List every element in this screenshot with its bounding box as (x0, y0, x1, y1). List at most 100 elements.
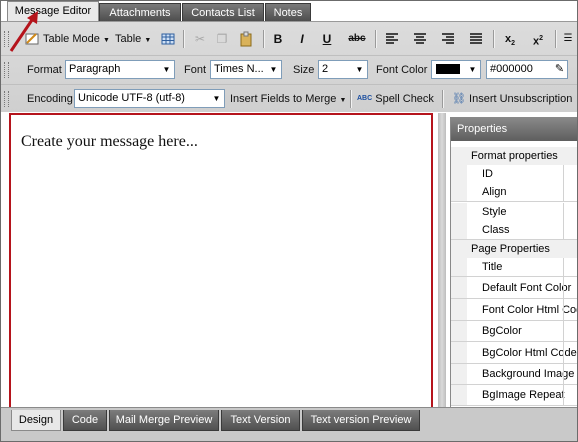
toolbar-separator (263, 30, 265, 48)
link-icon: ⛓ (452, 93, 466, 105)
format-properties-category[interactable]: Format properties (451, 147, 577, 166)
bold-button[interactable]: B (269, 31, 287, 47)
property-value[interactable] (563, 165, 577, 183)
property-class[interactable]: Class (451, 221, 577, 240)
toolbar-separator (183, 30, 185, 48)
size-label: Size (293, 64, 315, 76)
superscript-button[interactable]: x2 (529, 31, 547, 48)
chevron-down-icon: ▼ (355, 65, 364, 74)
chevron-down-icon: ▼ (468, 65, 477, 74)
chevron-down-icon: ▼ (212, 94, 221, 103)
underline-button[interactable]: U (318, 31, 336, 47)
toolbar-grip (4, 91, 9, 107)
property-value[interactable] (563, 385, 577, 405)
table-label: Table (115, 33, 142, 45)
property-style[interactable]: Style (451, 203, 577, 222)
tab-design[interactable]: Design (11, 410, 61, 431)
tab-code[interactable]: Code (63, 410, 107, 431)
tab-text-version-preview[interactable]: Text version Preview (302, 410, 420, 431)
toolbar-separator (375, 30, 377, 48)
font-color-select[interactable]: ▼ (431, 60, 481, 79)
strikethrough-button[interactable]: abc (345, 31, 369, 47)
properties-panel: Properties Format properties ID Align St… (450, 117, 577, 407)
table-button[interactable]: Table ▼ (115, 29, 151, 49)
property-bgcolor[interactable]: BgColor (451, 321, 577, 342)
property-label: BgColor (482, 325, 522, 337)
toolbar-row-2: Format Paragraph ▼ Font Times N... ▼ Size … (1, 55, 577, 84)
property-bgcolor-html-code[interactable]: BgColor Html Code (451, 342, 577, 364)
spell-check-icon: ABC (357, 95, 373, 102)
subscript-mark: 2 (511, 40, 516, 48)
list-icon[interactable]: ☰ (561, 31, 575, 47)
property-font-color-html-code[interactable]: Font Color Html Code (451, 299, 577, 321)
encoding-value: Unicode UTF-8 (utf-8) (78, 92, 185, 104)
property-value[interactable] (563, 183, 577, 201)
property-value[interactable] (563, 203, 577, 221)
italic-button[interactable]: I (293, 31, 311, 47)
property-label: BgImage Repeat (482, 389, 565, 401)
property-align[interactable]: Align (451, 183, 577, 202)
cut-icon[interactable]: ✂ (191, 31, 209, 47)
pointer-arrow-icon (9, 11, 38, 52)
toolbar-separator (350, 90, 352, 108)
toolbar-row-3: Encoding Unicode UTF-8 (utf-8) ▼ Insert F… (1, 84, 577, 113)
property-value[interactable] (563, 342, 577, 363)
tab-contacts-list[interactable]: Contacts List (182, 3, 264, 21)
paste-icon[interactable] (237, 31, 255, 47)
property-title[interactable]: Title (451, 258, 577, 277)
encoding-select[interactable]: Unicode UTF-8 (utf-8) ▼ (74, 89, 225, 108)
editor-window: Message Editor Attachments Contacts List… (0, 0, 578, 442)
tab-text-version[interactable]: Text Version (221, 410, 300, 431)
align-left-icon[interactable] (383, 31, 401, 47)
spell-check-button[interactable]: ABC Spell Check (357, 89, 434, 109)
property-value[interactable] (563, 321, 577, 341)
property-default-font-color[interactable]: Default Font Color (451, 277, 577, 299)
property-background-image[interactable]: Background Image (451, 364, 577, 385)
tab-mail-merge-preview[interactable]: Mail Merge Preview (109, 410, 219, 431)
toolbar-separator (442, 90, 444, 108)
subscript-button[interactable]: x2 (501, 31, 519, 47)
splitter[interactable] (438, 113, 446, 407)
property-value[interactable] (563, 277, 577, 298)
format-label: Format (27, 64, 62, 76)
font-select[interactable]: Times N... ▼ (210, 60, 282, 79)
insert-unsubscription-button[interactable]: ⛓ Insert Unsubscription (452, 89, 572, 109)
property-label: Style (482, 206, 507, 218)
bottom-tab-bar: Design Code Mail Merge Preview Text Vers… (1, 407, 577, 441)
insert-unsubscription-label: Insert Unsubscription (469, 93, 573, 105)
toolbar-separator (555, 30, 557, 48)
property-label: Align (482, 186, 507, 198)
table-grid-icon[interactable] (159, 31, 177, 47)
size-select[interactable]: 2 ▼ (318, 60, 368, 79)
color-swatch (436, 64, 460, 74)
message-editor-area[interactable]: Create your message here... (9, 113, 433, 409)
property-value[interactable] (563, 258, 577, 276)
color-hex-value: #000000 (490, 63, 533, 75)
chevron-down-icon: ▼ (339, 97, 347, 104)
font-value: Times N... (214, 63, 264, 75)
property-value[interactable] (563, 299, 577, 320)
font-color-label: Font Color (376, 64, 428, 76)
eyedropper-icon[interactable]: ✎ (552, 61, 567, 78)
property-label: Title (482, 261, 503, 273)
format-select[interactable]: Paragraph ▼ (65, 60, 175, 79)
tab-attachments[interactable]: Attachments (99, 3, 181, 21)
toolbar-area: Table Mode ▼ Table ▼ ✂ ❐ B I U abc x2 x2… (1, 21, 577, 112)
chevron-down-icon: ▼ (162, 65, 171, 74)
page-properties-category[interactable]: Page Properties (451, 240, 577, 259)
property-value[interactable] (563, 364, 577, 384)
color-hex-input[interactable]: #000000 ✎ (486, 60, 568, 79)
align-center-icon[interactable] (411, 31, 429, 47)
insert-fields-button[interactable]: Insert Fields to Merge ▼ (230, 89, 346, 109)
top-tab-bar: Message Editor Attachments Contacts List… (1, 1, 577, 21)
align-right-icon[interactable] (439, 31, 457, 47)
property-bgimage-repeat[interactable]: BgImage Repeat (451, 385, 577, 406)
justify-icon[interactable] (467, 31, 485, 47)
toolbar-separator (493, 30, 495, 48)
encoding-label: Encoding (27, 93, 73, 105)
property-id[interactable]: ID (451, 165, 577, 184)
tab-notes[interactable]: Notes (265, 3, 311, 21)
copy-icon[interactable]: ❐ (213, 31, 231, 47)
format-value: Paragraph (69, 63, 121, 75)
property-value[interactable] (563, 221, 577, 239)
